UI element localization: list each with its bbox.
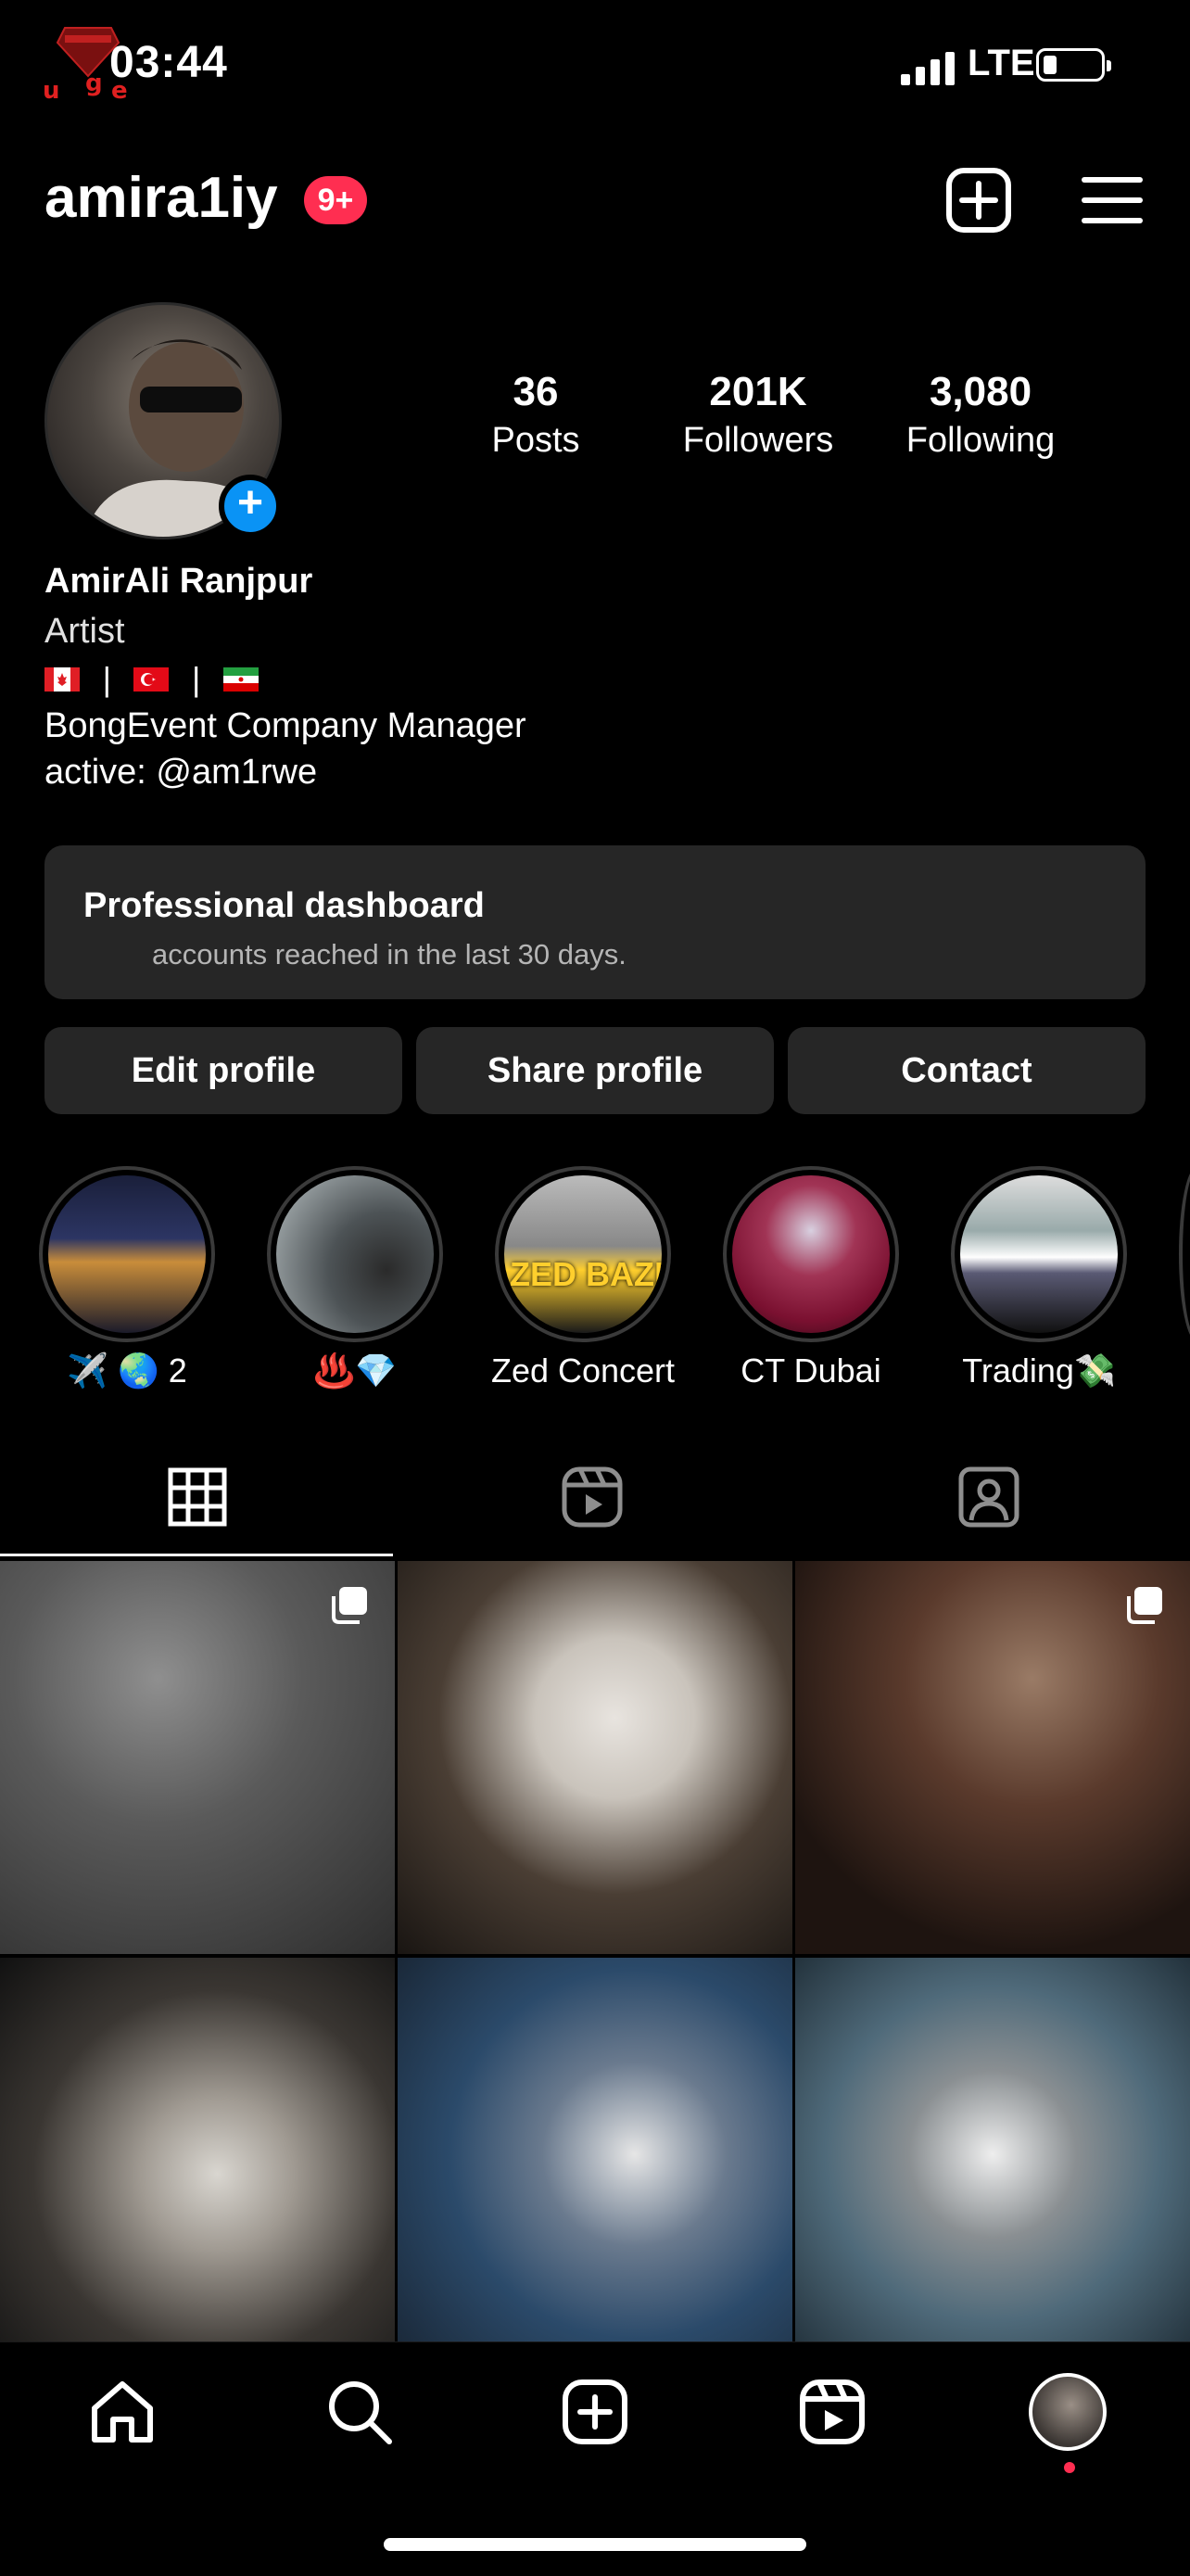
highlight-trading[interactable]	[951, 1166, 1127, 1342]
profile-category: Artist	[44, 612, 125, 651]
profile-activity-dot	[1064, 2462, 1075, 2473]
posts-count: 36	[513, 369, 559, 414]
bio-line-company: BongEvent Company Manager	[44, 706, 526, 745]
create-icon[interactable]	[558, 2375, 632, 2449]
reels-tab-icon[interactable]	[560, 1465, 625, 1529]
network-label: LTE	[968, 43, 1035, 83]
highlight-partial[interactable]	[1179, 1166, 1190, 1342]
highlight-zed-concert[interactable]: ZED BAZI	[495, 1166, 671, 1342]
signal-icon	[901, 48, 958, 85]
status-time: 03:44	[109, 38, 228, 87]
active-tab-indicator	[0, 1554, 393, 1556]
canada-flag-icon	[44, 666, 80, 692]
grid-post-4[interactable]	[0, 1958, 395, 2351]
add-story-button[interactable]: +	[219, 475, 282, 538]
following-label: Following	[905, 421, 1056, 460]
search-icon[interactable]	[323, 2375, 397, 2449]
edit-profile-button[interactable]: Edit profile	[44, 1027, 402, 1114]
profile-username[interactable]: amira1iy	[44, 165, 278, 231]
svg-text:u: u	[43, 77, 60, 105]
posts-label: Posts	[491, 421, 580, 460]
bio-flags: | |	[44, 658, 268, 699]
posts-stat[interactable]: 36 Posts	[443, 369, 628, 461]
highlight-hot-diamond[interactable]	[267, 1166, 443, 1342]
tagged-icon[interactable]	[956, 1465, 1021, 1529]
share-profile-button[interactable]: Share profile	[416, 1027, 774, 1114]
menu-icon[interactable]	[1077, 165, 1147, 235]
highlight-cover-text: ZED BAZI	[510, 1255, 662, 1293]
highlight-label-travel: ✈️ 🌏 2	[67, 1351, 187, 1390]
profile-nav-avatar[interactable]	[1029, 2373, 1107, 2451]
home-icon[interactable]	[85, 2375, 159, 2449]
multi-photo-icon	[332, 1587, 367, 1624]
followers-count: 201K	[709, 369, 807, 414]
highlight-ct-dubai[interactable]	[723, 1166, 899, 1342]
followers-stat[interactable]: 201K Followers	[665, 369, 851, 461]
following-count: 3,080	[929, 369, 1032, 414]
svg-text:g: g	[85, 70, 103, 97]
reels-icon[interactable]	[795, 2375, 869, 2449]
highlight-label-zed-concert: Zed Concert	[490, 1351, 676, 1390]
turkey-flag-icon	[133, 666, 170, 692]
grid-post-2[interactable]	[398, 1561, 792, 1954]
highlight-label-trading: Trading💸	[962, 1351, 1116, 1390]
dashboard-subtitle: accounts reached in the last 30 days.	[152, 938, 627, 971]
profile-full-name: AmirAli Ranjpur	[44, 562, 313, 601]
highlight-label-hot-diamond: ♨️💎	[313, 1351, 397, 1390]
highlight-travel[interactable]	[39, 1166, 215, 1342]
grid-icon[interactable]	[165, 1465, 230, 1529]
bio-line-active[interactable]: active: @am1rwe	[44, 753, 317, 793]
contact-button[interactable]: Contact	[788, 1027, 1146, 1114]
following-stat[interactable]: 3,080 Following	[888, 369, 1073, 461]
dashboard-title: Professional dashboard	[83, 886, 485, 925]
battery-icon	[1036, 48, 1111, 82]
grid-post-6[interactable]	[795, 1958, 1190, 2351]
create-post-icon[interactable]	[943, 165, 1014, 235]
grid-post-5[interactable]	[398, 1958, 792, 2351]
iran-flag-icon	[222, 666, 259, 692]
multi-photo-icon	[1127, 1587, 1162, 1624]
highlight-label-ct-dubai: CT Dubai	[741, 1351, 881, 1390]
professional-dashboard-card[interactable]: Professional dashboard accounts reached …	[44, 845, 1146, 999]
home-indicator[interactable]	[384, 2538, 806, 2551]
notification-badge[interactable]: 9+	[304, 176, 367, 224]
followers-label: Followers	[682, 421, 834, 460]
